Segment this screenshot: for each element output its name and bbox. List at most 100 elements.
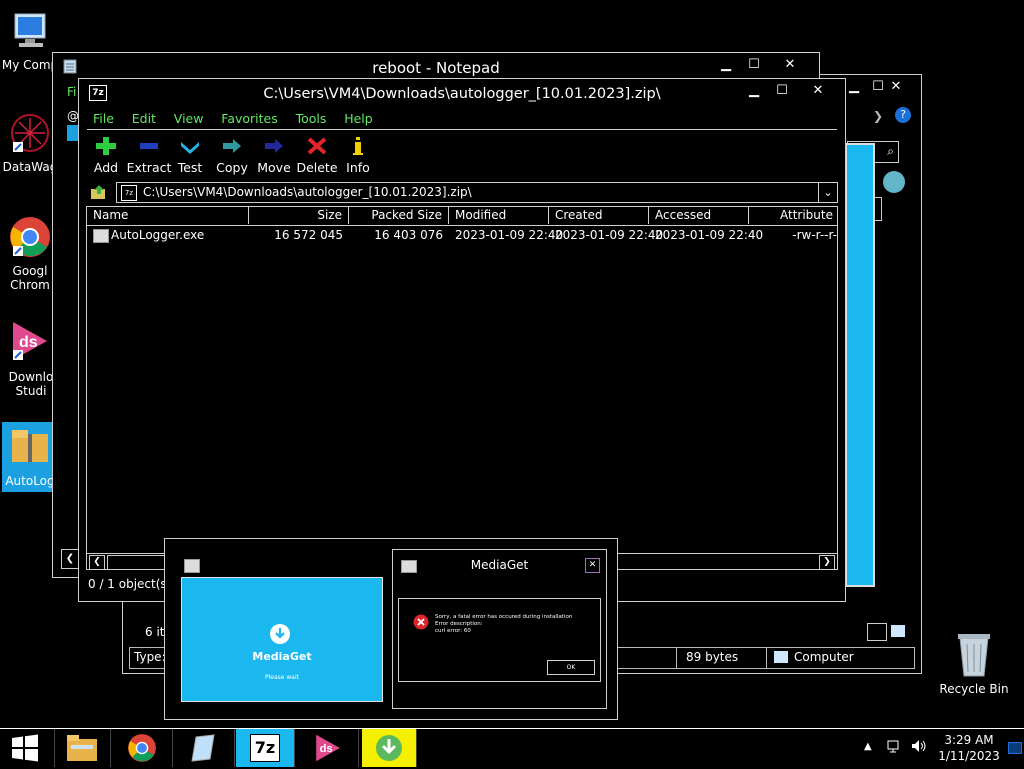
desktop-icon-label: DataWag: [2, 160, 58, 174]
column-packed-size[interactable]: Packed Size: [349, 207, 449, 224]
menu-view[interactable]: View: [174, 111, 204, 126]
sevenzip-title: C:\Users\VM4\Downloads\autologger_[10.01…: [263, 86, 661, 102]
clock-time: 3:29 AM: [944, 733, 994, 747]
menu-help[interactable]: Help: [344, 111, 373, 126]
maximize-button[interactable]: ☐: [771, 81, 793, 101]
file-list[interactable]: Name Size Packed Size Modified Created A…: [86, 206, 838, 570]
delete-button[interactable]: Delete: [294, 136, 340, 175]
notepad-menu-file[interactable]: Fi: [67, 85, 76, 99]
desktop-icon-label: My Comp: [1, 58, 59, 72]
taskbar-download-studio[interactable]: ds: [298, 729, 359, 767]
taskbar-chrome[interactable]: [112, 729, 173, 767]
close-button[interactable]: ✕: [585, 558, 600, 573]
cell-packed-size: 16 403 076: [374, 228, 443, 242]
large-icons-view-icon[interactable]: [891, 625, 905, 637]
menu-tools[interactable]: Tools: [296, 111, 327, 126]
panel-edge: [875, 197, 882, 221]
address-text: C:\Users\VM4\Downloads\autologger_[10.01…: [143, 185, 472, 199]
clock[interactable]: 3:29 AM 1/11/2023: [936, 732, 1002, 764]
minimize-button[interactable]: ▁: [743, 81, 765, 101]
volume-icon[interactable]: [910, 738, 928, 754]
recycle-bin-icon: [958, 634, 990, 677]
test-button[interactable]: Test: [167, 136, 213, 175]
scroll-right-button[interactable]: ❯: [819, 555, 835, 569]
network-icon[interactable]: [886, 738, 902, 754]
taskbar-mediaget[interactable]: [362, 729, 417, 767]
mediaget-brand: MediaGet: [252, 650, 312, 663]
folder-icon: [67, 735, 97, 761]
column-attributes[interactable]: Attribute: [749, 207, 837, 224]
table-row[interactable]: AutoLogger.exe 16 572 045 16 403 076 202…: [87, 227, 837, 245]
menu-favorites[interactable]: Favorites: [221, 111, 277, 126]
desktop-icon-my-computer[interactable]: My Comp: [0, 8, 60, 72]
plus-icon: [96, 137, 116, 155]
chrome-icon: [10, 217, 50, 257]
show-hidden-icons-icon[interactable]: ▲: [864, 741, 872, 752]
minimize-button[interactable]: ▁: [843, 77, 865, 97]
close-button[interactable]: ✕: [885, 77, 907, 97]
mediaget-error-dialog[interactable]: MediaGet ✕ Sorry, a fatal error has occu…: [392, 549, 607, 709]
computer-icon: [774, 651, 788, 663]
extract-button[interactable]: Extract: [126, 136, 172, 175]
clock-date: 1/11/2023: [938, 749, 1000, 763]
notifications-icon[interactable]: [1008, 742, 1022, 754]
column-modified[interactable]: Modified: [449, 207, 549, 224]
taskbar-file-explorer[interactable]: [54, 729, 111, 767]
up-folder-icon[interactable]: [90, 184, 108, 200]
mediaget-icon: [376, 735, 402, 761]
shell-icon: [883, 171, 905, 193]
desktop-icon-label: Downlo Studi: [8, 370, 54, 398]
mediaget-logo-icon: [270, 624, 290, 644]
dialog-title: MediaGet: [470, 558, 529, 572]
scroll-left-button[interactable]: ❮: [61, 549, 79, 569]
info-button[interactable]: Info: [335, 136, 381, 175]
chevron-down-icon[interactable]: ⌄: [818, 183, 837, 202]
move-button[interactable]: Move: [251, 136, 297, 175]
error-description-label: Error description:: [435, 621, 483, 627]
error-message: Sorry, a fatal error has occured during …: [435, 614, 573, 620]
desktop-icon-chrome[interactable]: Googl Chrom: [0, 214, 60, 292]
add-button[interactable]: Add: [83, 136, 129, 175]
maximize-button[interactable]: ☐: [743, 55, 765, 75]
chrome-icon: [128, 734, 156, 762]
column-accessed[interactable]: Accessed: [649, 207, 749, 224]
notepad-icon: [191, 734, 215, 762]
menu-file[interactable]: File: [93, 111, 114, 126]
copy-button[interactable]: Copy: [209, 136, 255, 175]
column-size[interactable]: Size: [249, 207, 349, 224]
check-icon: [181, 142, 199, 154]
desktop-icon-autologger[interactable]: AutoLog: [2, 422, 58, 492]
delete-x-icon: [307, 137, 327, 155]
computer-icon: [14, 13, 46, 47]
column-name[interactable]: Name: [87, 207, 249, 224]
window-icon: [184, 559, 200, 573]
desktop-icon-recycle-bin[interactable]: Recycle Bin: [938, 630, 1010, 696]
taskbar-7zip[interactable]: 7z: [236, 729, 295, 767]
status-location: Computer: [794, 650, 854, 664]
start-button[interactable]: [0, 729, 55, 767]
address-bar[interactable]: 7z C:\Users\VM4\Downloads\autologger_[10…: [116, 182, 838, 203]
ok-button[interactable]: OK: [547, 660, 595, 675]
desktop-icon-datawag[interactable]: DataWag: [0, 110, 60, 174]
close-button[interactable]: ✕: [807, 81, 829, 101]
cell-accessed: 2023-01-09 22:40: [655, 228, 764, 242]
menu-edit[interactable]: Edit: [132, 111, 156, 126]
scroll-left-button[interactable]: ❮: [89, 555, 105, 569]
minimize-button[interactable]: ▁: [715, 55, 737, 75]
mediaget-wait-text: Please wait: [265, 674, 299, 681]
status-bar-text: 0 / 1 object(s): [88, 577, 172, 591]
details-view-icon[interactable]: [867, 623, 887, 641]
cell-attributes: -rw-r--r-: [792, 228, 837, 242]
taskbar-notepad[interactable]: [174, 729, 235, 767]
chevron-down-icon[interactable]: ❯: [873, 109, 883, 123]
mediaget-splash: MediaGet Please wait: [181, 577, 383, 702]
help-icon[interactable]: ?: [895, 107, 911, 123]
column-headers: Name Size Packed Size Modified Created A…: [87, 207, 837, 226]
desktop-icon-download-studio[interactable]: ds Downlo Studi: [0, 318, 60, 398]
copy-arrow-icon: [223, 139, 241, 153]
svg-text:ds: ds: [320, 743, 333, 755]
close-button[interactable]: ✕: [779, 55, 801, 75]
datawag-icon: [11, 114, 49, 152]
error-description: curl error: 60: [435, 628, 471, 634]
column-created[interactable]: Created: [549, 207, 649, 224]
